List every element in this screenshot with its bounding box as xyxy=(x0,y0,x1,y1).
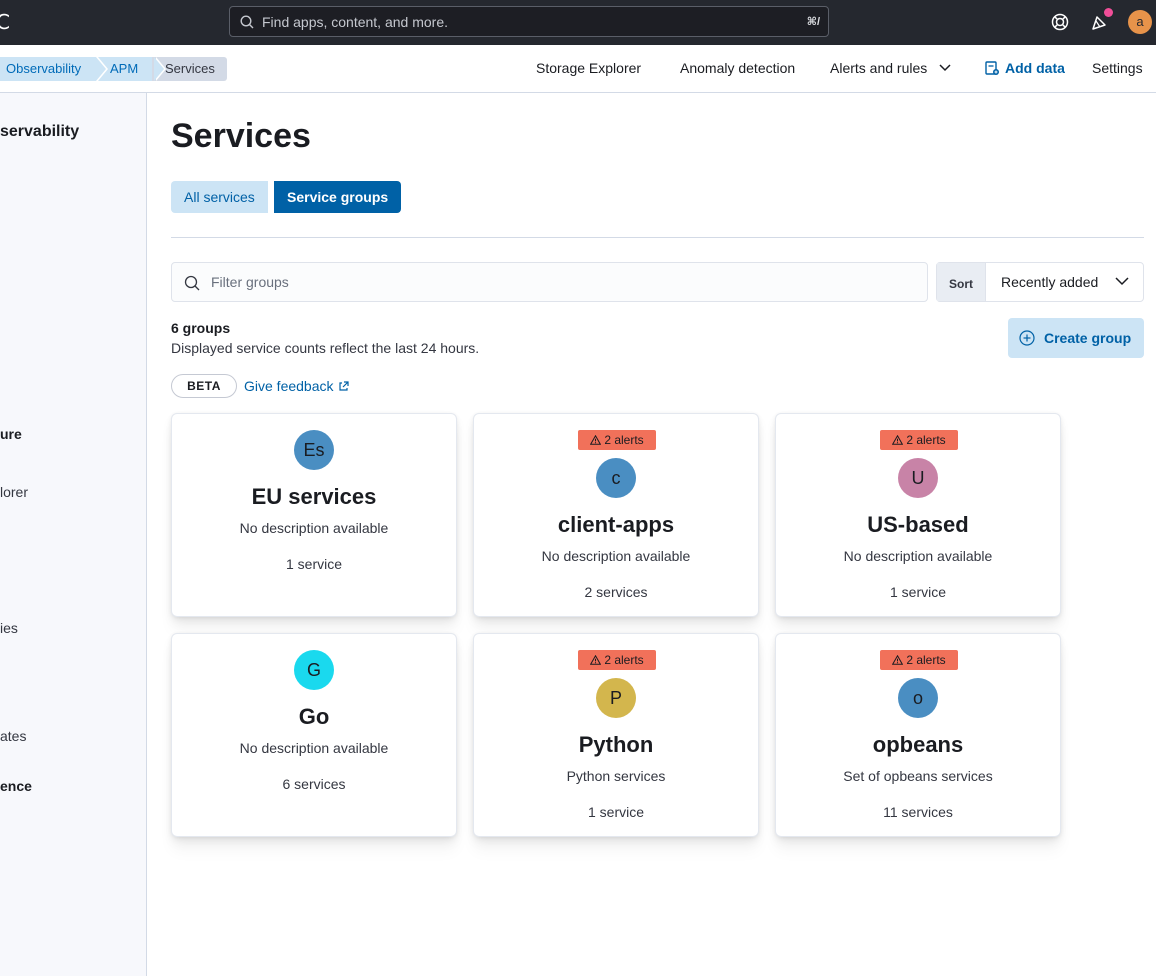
chevron-down-icon xyxy=(939,64,951,72)
group-service-count: 1 service xyxy=(587,804,645,820)
sidenav-section-infrastructure[interactable]: ure xyxy=(0,426,22,442)
storage-explorer-link[interactable]: Storage Explorer xyxy=(536,60,641,76)
warning-icon xyxy=(892,655,904,665)
group-avatar: Es xyxy=(294,430,334,470)
alerts-and-rules-menu[interactable]: Alerts and rules xyxy=(830,60,951,76)
sidenav-section-experience[interactable]: ence xyxy=(0,778,32,794)
beta-badge: BETA xyxy=(171,374,237,398)
global-header: C Find apps, content, and more. ⌘/ a xyxy=(0,0,1156,45)
elastic-logo[interactable]: C xyxy=(0,10,10,34)
settings-link[interactable]: Settings xyxy=(1092,60,1143,76)
user-avatar[interactable]: a xyxy=(1128,10,1152,34)
tab-all-services[interactable]: All services xyxy=(171,181,268,213)
page-title: Services xyxy=(171,117,311,155)
group-description: No description available xyxy=(239,740,389,756)
alert-count: 2 alerts xyxy=(604,653,644,667)
warning-icon xyxy=(892,435,904,445)
group-name: client-apps xyxy=(557,512,675,537)
create-group-button[interactable]: Create group xyxy=(1008,318,1144,358)
warning-icon xyxy=(590,655,602,665)
service-group-card[interactable]: 2 alerts c client-apps No description av… xyxy=(473,413,759,617)
sort-label: Sort xyxy=(937,263,986,301)
alert-badge[interactable]: 2 alerts xyxy=(880,650,958,670)
group-description: No description available xyxy=(541,548,691,564)
group-count: 6 groups xyxy=(171,320,231,336)
group-avatar: P xyxy=(596,678,636,718)
side-navigation: servability ure lorer ies ates ence xyxy=(0,93,147,976)
plus-in-circle-icon xyxy=(1019,330,1035,346)
group-description: No description available xyxy=(239,520,389,536)
group-avatar: o xyxy=(898,678,938,718)
service-group-card[interactable]: 2 alerts U US-based No description avail… xyxy=(775,413,1061,617)
alert-badge[interactable]: 2 alerts xyxy=(578,650,656,670)
chevron-down-icon xyxy=(1115,277,1129,286)
service-group-card[interactable]: 2 alerts P Python Python services 1 serv… xyxy=(473,633,759,837)
tab-service-groups[interactable]: Service groups xyxy=(274,181,402,213)
group-name: Go xyxy=(298,704,330,729)
group-avatar: U xyxy=(898,458,938,498)
filter-placeholder: Filter groups xyxy=(211,274,289,290)
group-service-count: 6 services xyxy=(282,776,346,792)
create-group-label: Create group xyxy=(1044,330,1132,346)
external-link-icon xyxy=(338,381,349,391)
alert-badge[interactable]: 2 alerts xyxy=(578,430,656,450)
group-description: No description available xyxy=(843,548,993,564)
search-shortcut: ⌘/ xyxy=(806,16,820,28)
feedback-label: Give feedback xyxy=(244,378,334,394)
sidenav-item-updates[interactable]: ates xyxy=(0,728,26,744)
sidenav-section-observability[interactable]: servability xyxy=(0,123,79,141)
service-group-card[interactable]: 2 alerts o opbeans Set of opbeans servic… xyxy=(775,633,1061,837)
search-placeholder: Find apps, content, and more. xyxy=(262,14,448,30)
alert-badge[interactable]: 2 alerts xyxy=(880,430,958,450)
give-feedback-link[interactable]: Give feedback xyxy=(244,378,349,394)
main-content: Services All services Service groups Fil… xyxy=(147,93,1156,976)
alerts-and-rules-label: Alerts and rules xyxy=(830,60,928,76)
filter-groups-input[interactable]: Filter groups xyxy=(171,262,928,302)
group-avatar: G xyxy=(294,650,334,690)
group-service-count: 1 service xyxy=(285,556,343,572)
group-service-count: 2 services xyxy=(584,584,648,600)
group-name: EU services xyxy=(251,484,377,509)
group-service-count: 1 service xyxy=(889,584,947,600)
group-name: Python xyxy=(578,732,654,757)
breadcrumb-observability[interactable]: Observability xyxy=(0,57,108,81)
anomaly-detection-link[interactable]: Anomaly detection xyxy=(680,60,795,76)
add-data-link[interactable]: Add data xyxy=(985,60,1065,76)
service-group-card[interactable]: Es EU services No description available … xyxy=(171,413,457,617)
alert-count: 2 alerts xyxy=(906,653,946,667)
group-service-count: 11 services xyxy=(883,804,953,820)
divider xyxy=(171,237,1144,238)
sidenav-item-explorer[interactable]: lorer xyxy=(0,484,28,500)
group-avatar: c xyxy=(596,458,636,498)
add-data-label: Add data xyxy=(1005,60,1065,76)
breadcrumb-label: Observability xyxy=(6,61,82,76)
group-description: Python services xyxy=(566,768,666,784)
group-name: US-based xyxy=(867,512,969,537)
search-icon xyxy=(240,15,254,29)
group-name: opbeans xyxy=(872,732,964,757)
sort-value: Recently added xyxy=(1001,274,1099,290)
group-description: Set of opbeans services xyxy=(843,768,993,784)
breadcrumb-label: APM xyxy=(110,61,139,76)
breadcrumb-label: Services xyxy=(165,61,215,76)
search-icon xyxy=(184,275,200,291)
warning-icon xyxy=(590,435,602,445)
count-note: Displayed service counts reflect the las… xyxy=(171,340,480,356)
alert-count: 2 alerts xyxy=(906,433,946,447)
alert-count: 2 alerts xyxy=(604,433,644,447)
service-group-card[interactable]: G Go No description available 6 services xyxy=(171,633,457,837)
global-search-input[interactable]: Find apps, content, and more. ⌘/ xyxy=(229,6,829,37)
notification-dot xyxy=(1104,8,1113,17)
app-header: Observability APM Services Storage Explo… xyxy=(0,45,1156,93)
sidenav-item-dependencies[interactable]: ies xyxy=(0,620,18,636)
help-icon[interactable] xyxy=(1050,12,1070,32)
sort-select[interactable]: Sort Recently added xyxy=(936,262,1144,302)
add-data-icon xyxy=(985,61,999,75)
